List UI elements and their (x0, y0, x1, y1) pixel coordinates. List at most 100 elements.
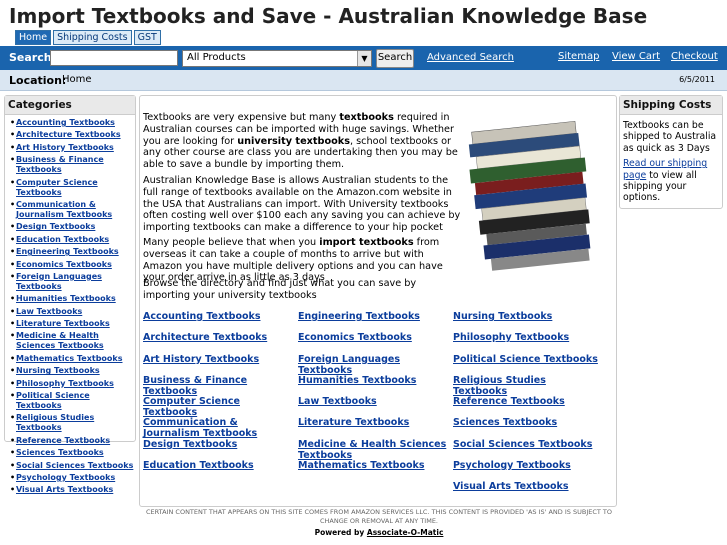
category-link[interactable]: Mathematics Textbooks (16, 354, 123, 363)
category-link[interactable]: Economics Textbooks (16, 260, 112, 269)
category-grid-link[interactable]: Medicine & Health Sciences Textbooks (298, 439, 446, 461)
category-link[interactable]: Religious Studies Textbooks (16, 413, 94, 432)
category-list-item: Humanities Textbooks (10, 294, 135, 304)
category-list-item: Foreign Languages Textbooks (10, 272, 135, 292)
category-link[interactable]: Architecture Textbooks (16, 130, 121, 139)
category-grid-link[interactable]: Architecture Textbooks (143, 332, 267, 343)
category-grid-link[interactable]: Business & Finance Textbooks (143, 375, 247, 397)
category-grid-item: Literature Textbooks (298, 417, 448, 438)
category-link[interactable]: Law Textbooks (16, 307, 82, 316)
category-grid-item: Sciences Textbooks (453, 417, 603, 438)
category-grid-link[interactable]: Economics Textbooks (298, 332, 412, 343)
category-link[interactable]: Design Textbooks (16, 222, 95, 231)
tab-gst[interactable]: GST (133, 30, 161, 45)
category-link[interactable]: Psychology Textbooks (16, 473, 115, 482)
category-grid-item: Accounting Textbooks (143, 311, 293, 332)
category-list-item: Economics Textbooks (10, 260, 135, 270)
category-grid-link[interactable]: Mathematics Textbooks (298, 460, 424, 471)
category-grid-item: Foreign Languages Textbooks (298, 354, 448, 376)
category-grid-link[interactable]: Computer Science Textbooks (143, 396, 240, 418)
main-content: Textbooks are very expensive but many te… (139, 95, 617, 507)
textbook-stack-image (468, 121, 591, 271)
page-title: Import Textbooks and Save - Australian K… (9, 4, 648, 28)
category-grid-link[interactable]: Engineering Textbooks (298, 311, 420, 322)
category-link[interactable]: Accounting Textbooks (16, 118, 115, 127)
category-grid-item: Communication & Journalism Textbooks (143, 417, 293, 439)
category-grid-link[interactable]: Political Science Textbooks (453, 354, 598, 365)
location-label: Location: (9, 74, 67, 87)
checkout-link[interactable]: Checkout (671, 51, 718, 62)
category-link[interactable]: Social Sciences Textbooks (16, 461, 133, 470)
category-grid-link[interactable]: Foreign Languages Textbooks (298, 354, 400, 376)
shipping-heading: Shipping Costs (620, 96, 722, 115)
chevron-down-icon[interactable]: ▼ (357, 51, 371, 66)
amazon-disclaimer: CERTAIN CONTENT THAT APPEARS ON THIS SIT… (145, 508, 613, 525)
category-link[interactable]: Nursing Textbooks (16, 366, 100, 375)
category-grid-item: Education Textbooks (143, 460, 293, 481)
intro-bold-university: university textbooks (237, 135, 350, 147)
category-list-item: Social Sciences Textbooks (10, 461, 135, 471)
link-column-3: Nursing Textbooks Philosophy Textbooks Pol… (453, 311, 603, 503)
delivery-bold: import textbooks (319, 237, 414, 248)
category-grid-link[interactable]: Religious Studies Textbooks (453, 375, 546, 397)
view-cart-link[interactable]: View Cart (612, 51, 660, 62)
sitemap-link[interactable]: Sitemap (558, 51, 599, 62)
category-grid-link[interactable]: Humanities Textbooks (298, 375, 416, 386)
category-grid-link[interactable]: Visual Arts Textbooks (453, 481, 569, 492)
category-grid-item: Art History Textbooks (143, 354, 293, 375)
category-list-item: Education Textbooks (10, 235, 135, 245)
browse-paragraph: Browse the directory and find just what … (143, 278, 417, 301)
category-select[interactable]: All Products ▼ (182, 50, 372, 67)
category-link[interactable]: Engineering Textbooks (16, 247, 119, 256)
category-grid-link[interactable]: Literature Textbooks (298, 417, 409, 428)
category-grid-link[interactable]: Education Textbooks (143, 460, 254, 471)
category-grid-link[interactable]: Reference Textbooks (453, 396, 565, 407)
category-grid-item: Economics Textbooks (298, 332, 448, 353)
search-bar: Search All Products ▼ Search Advanced Se… (0, 46, 727, 70)
powered-by: Powered by Associate-O-Matic (140, 528, 618, 537)
category-grid-item: Computer Science Textbooks (143, 396, 293, 418)
category-link[interactable]: Medicine & Health Sciences Textbooks (16, 331, 104, 350)
category-list-item: Engineering Textbooks (10, 247, 135, 257)
category-grid-item: Political Science Textbooks (453, 354, 603, 375)
category-grid-link[interactable]: Law Textbooks (298, 396, 377, 407)
search-button[interactable]: Search (376, 49, 414, 68)
category-grid-item: Medicine & Health Sciences Textbooks (298, 439, 448, 461)
category-link[interactable]: Humanities Textbooks (16, 294, 116, 303)
location-date: 6/5/2011 (679, 75, 715, 84)
category-link[interactable]: Art History Textbooks (16, 143, 114, 152)
category-link[interactable]: Philosophy Textbooks (16, 379, 114, 388)
category-grid-item: Nursing Textbooks (453, 311, 603, 332)
category-link[interactable]: Reference Textbooks (16, 436, 110, 445)
associate-o-matic-link[interactable]: Associate-O-Matic (367, 528, 444, 537)
category-link[interactable]: Business & Finance Textbooks (16, 155, 104, 174)
category-grid-link[interactable]: Philosophy Textbooks (453, 332, 569, 343)
search-input[interactable] (50, 50, 178, 66)
category-list-item: Communication & Journalism Textbooks (10, 200, 135, 220)
category-link[interactable]: Sciences Textbooks (16, 448, 104, 457)
category-grid-link[interactable]: Sciences Textbooks (453, 417, 557, 428)
link-column-2: Engineering Textbooks Economics Textbooks… (298, 311, 448, 481)
advanced-search-link[interactable]: Advanced Search (427, 52, 514, 63)
category-grid-link[interactable]: Accounting Textbooks (143, 311, 261, 322)
category-link[interactable]: Literature Textbooks (16, 319, 110, 328)
category-grid-link[interactable]: Social Sciences Textbooks (453, 439, 592, 450)
category-link[interactable]: Visual Arts Textbooks (16, 485, 113, 494)
category-list-item: Art History Textbooks (10, 143, 135, 153)
category-link[interactable]: Foreign Languages Textbooks (16, 272, 102, 291)
categories-panel: Categories Accounting Textbooks Architect… (4, 95, 136, 495)
category-link[interactable]: Political Science Textbooks (16, 391, 90, 410)
category-link[interactable]: Computer Science Textbooks (16, 178, 98, 197)
category-list-item: Law Textbooks (10, 307, 135, 317)
category-link[interactable]: Communication & Journalism Textbooks (16, 200, 112, 219)
category-grid-link[interactable]: Nursing Textbooks (453, 311, 552, 322)
category-link[interactable]: Education Textbooks (16, 235, 109, 244)
tab-shipping-costs[interactable]: Shipping Costs (53, 30, 132, 45)
category-grid-link[interactable]: Communication & Journalism Textbooks (143, 417, 257, 439)
tab-home[interactable]: Home (15, 30, 52, 45)
shipping-body: Textbooks can be shipped to Australia as… (620, 115, 722, 204)
shipping-text: Textbooks can be shipped to Australia as… (623, 120, 717, 154)
category-grid-link[interactable]: Psychology Textbooks (453, 460, 571, 471)
category-grid-link[interactable]: Art History Textbooks (143, 354, 259, 365)
category-grid-link[interactable]: Design Textbooks (143, 439, 237, 450)
